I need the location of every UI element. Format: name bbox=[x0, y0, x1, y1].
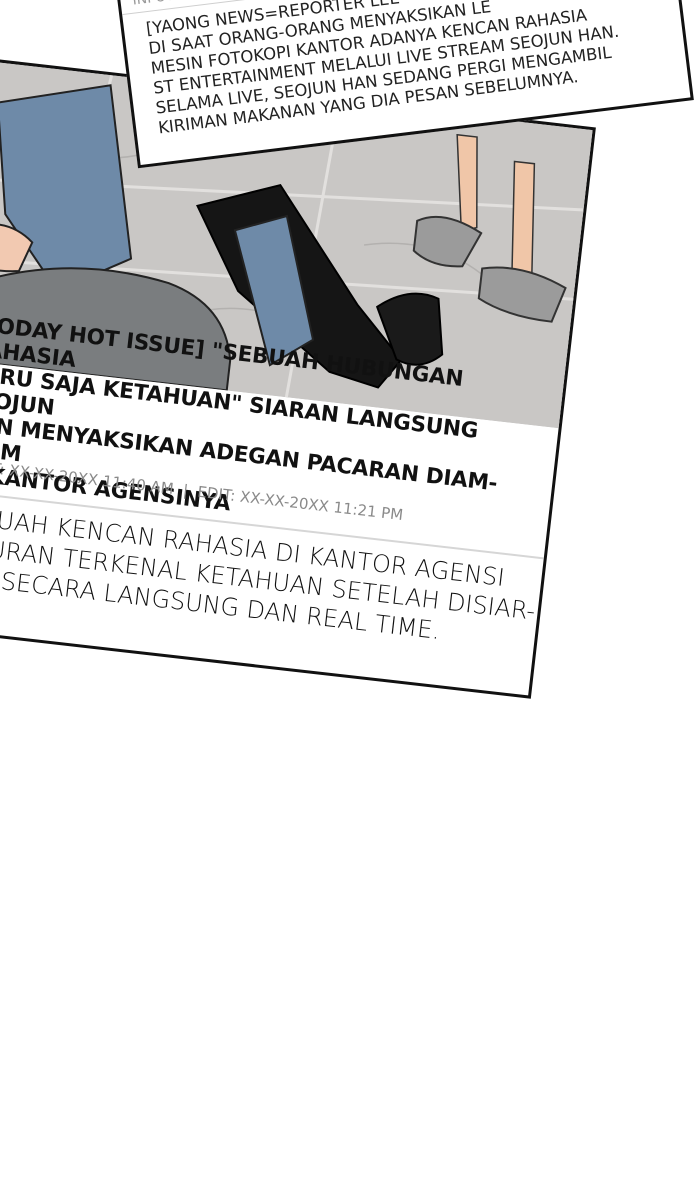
top-article-body: [YAONG NEWS=REPORTER LEE DI SAAT ORANG-O… bbox=[145, 0, 694, 138]
top-article-meta: INPUT: XX bbox=[132, 0, 202, 9]
meta-separator: | bbox=[182, 481, 190, 500]
main-article-card: [TODAY HOT ISSUE] "SEBUAH HUBUNGAN RAHAS… bbox=[0, 55, 596, 699]
comic-panel: [TODAY HOT ISSUE] "SEBUAH HUBUNGAN RAHAS… bbox=[0, 0, 700, 700]
